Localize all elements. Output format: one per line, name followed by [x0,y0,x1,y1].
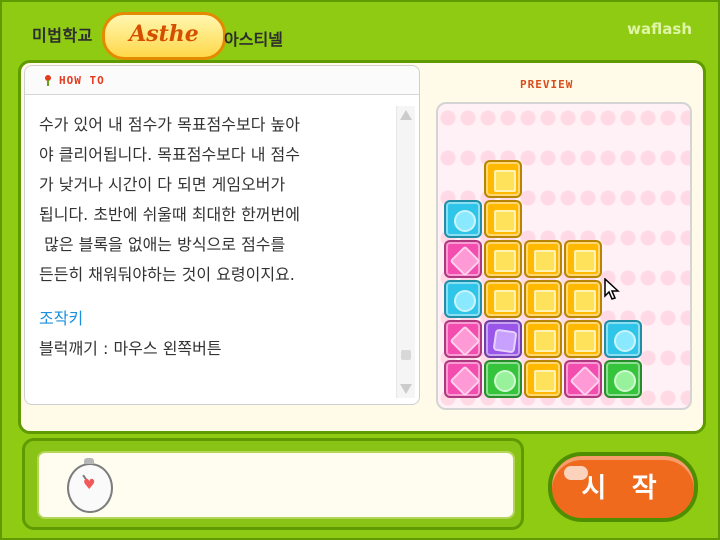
tile-yellow[interactable] [484,240,522,278]
tile-pink[interactable] [444,320,482,358]
status-box [37,451,515,519]
timer-icon [67,458,113,513]
tile-pink[interactable] [444,360,482,398]
yellow-gem-icon [534,250,556,272]
brand-text: waflash [627,20,692,38]
yellow-gem-icon [494,210,516,232]
blue-gem-icon [454,210,476,232]
pin-icon [45,75,51,86]
howto-description: 수가 있어 내 점수가 목표점수보다 높아 야 클리어됩니다. 목표점수보다 내… [39,115,300,284]
tile-blue[interactable] [604,320,642,358]
pink-gem-icon [449,325,481,357]
tile-blue[interactable] [444,280,482,318]
bottom-panel [22,438,524,530]
controls-text: 블럭깨기 : 마우스 왼쪽버튼 [39,339,222,358]
scroll-up-icon[interactable] [400,110,412,120]
tile-yellow[interactable] [524,360,562,398]
scroll-thumb[interactable] [401,350,411,360]
howto-title: HOW TO [59,74,105,87]
start-button[interactable]: 시 작 [548,452,698,522]
tile-yellow[interactable] [484,200,522,238]
tile-blue[interactable] [444,200,482,238]
purple-gem-icon [492,328,518,354]
yellow-gem-icon [574,290,596,312]
game-logo: Asthe [102,12,226,60]
tile-pink[interactable] [564,360,602,398]
howto-header: HOW TO [25,66,419,95]
tile-yellow[interactable] [524,280,562,318]
yellow-gem-icon [494,250,516,272]
yellow-gem-icon [574,250,596,272]
tile-green[interactable] [604,360,642,398]
howto-scrollbar[interactable] [396,106,415,398]
yellow-gem-icon [494,290,516,312]
green-gem-icon [614,370,636,392]
yellow-gem-icon [494,170,516,192]
mouse-cursor-icon [604,278,620,300]
yellow-gem-icon [534,370,556,392]
pink-gem-icon [449,245,481,277]
tile-green[interactable] [484,360,522,398]
green-gem-icon [494,370,516,392]
tile-yellow[interactable] [484,280,522,318]
game-title: 미법학교 [32,26,93,45]
tile-yellow[interactable] [564,240,602,278]
game-subtitle: 아스티넬 [224,30,283,49]
controls-heading: 조작키 [39,309,84,328]
howto-body: 수가 있어 내 점수가 목표점수보다 높아 야 클리어됩니다. 목표점수보다 내… [39,110,389,364]
yellow-gem-icon [534,290,556,312]
tile-yellow[interactable] [564,320,602,358]
blue-gem-icon [614,330,636,352]
tile-yellow[interactable] [524,240,562,278]
tile-pink[interactable] [444,240,482,278]
howto-panel: HOW TO 수가 있어 내 점수가 목표점수보다 높아 야 클리어됩니다. 목… [24,65,420,405]
tile-yellow[interactable] [564,280,602,318]
preview-board [436,102,692,410]
yellow-gem-icon [534,330,556,352]
start-label: 시 작 [581,473,665,504]
preview-title: PREVIEW [520,78,574,91]
pink-gem-icon [569,365,601,397]
blue-gem-icon [454,290,476,312]
tile-yellow[interactable] [524,320,562,358]
pink-gem-icon [449,365,481,397]
tile-yellow[interactable] [484,160,522,198]
yellow-gem-icon [574,330,596,352]
timer-hand-icon [82,474,91,486]
tile-purple[interactable] [484,320,522,358]
scroll-down-icon[interactable] [400,384,412,394]
